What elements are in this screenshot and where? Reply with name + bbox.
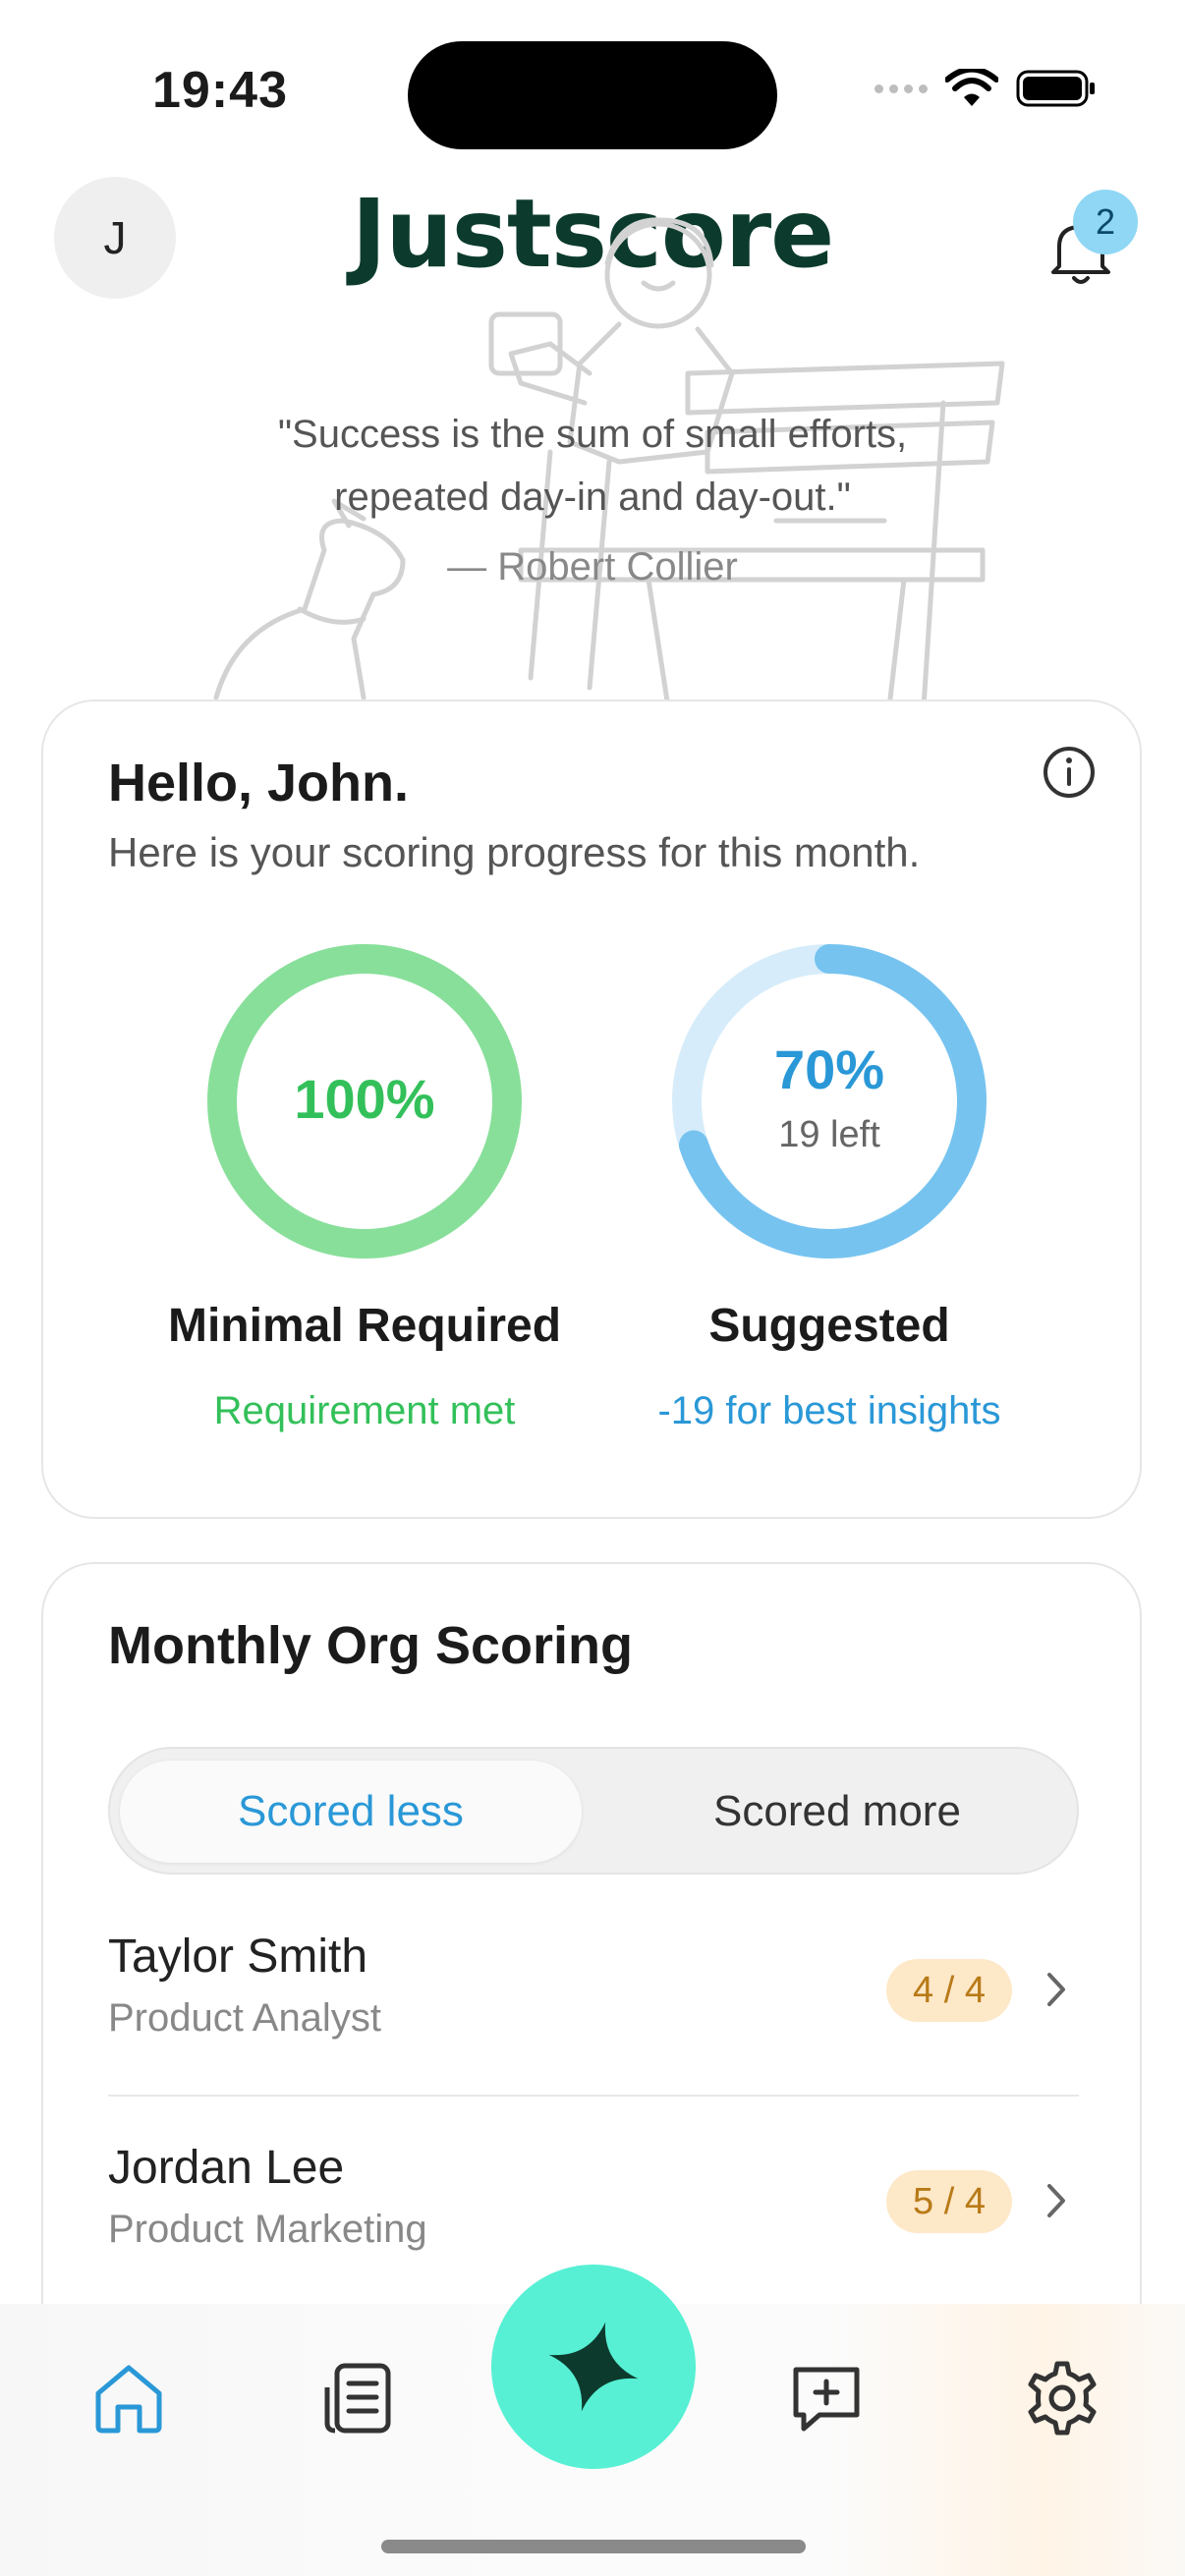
signal-dots-icon — [875, 84, 928, 93]
info-icon[interactable] — [1042, 745, 1097, 800]
quote-line-2: repeated day-in and day-out." — [334, 476, 851, 519]
suggested-percent: 70% — [773, 1038, 885, 1100]
greeting: Hello, John. — [108, 754, 410, 812]
score-badge: 4 / 4 — [886, 1959, 1012, 2022]
gear-icon[interactable] — [1022, 2358, 1102, 2438]
quote-text: "Success is the sum of small efforts, re… — [0, 403, 1185, 529]
org-scoring-title: Monthly Org Scoring — [108, 1616, 633, 1675]
scoring-segmented-control: Scored less Scored more — [108, 1747, 1079, 1875]
home-icon[interactable] — [88, 2358, 169, 2438]
status-icons — [875, 69, 1097, 108]
member-name: Taylor Smith — [108, 1931, 368, 1983]
minimal-note: Requirement met — [213, 1389, 516, 1432]
chevron-right-icon — [1047, 1973, 1065, 2006]
status-time: 19:43 — [152, 62, 288, 119]
tab-scored-less[interactable]: Scored less — [120, 1761, 582, 1863]
minimal-percent: 100% — [294, 1068, 435, 1130]
member-name: Jordan Lee — [108, 2142, 345, 2194]
quote-line-1: "Success is the sum of small efforts, — [277, 413, 908, 456]
suggested-left: 19 left — [778, 1114, 880, 1155]
member-role: Product Marketing — [108, 2208, 427, 2251]
tab-scored-more[interactable]: Scored more — [606, 1761, 1068, 1863]
chevron-right-icon — [1047, 2184, 1065, 2217]
wifi-icon — [945, 69, 998, 106]
member-role: Product Analyst — [108, 1996, 381, 2040]
chat-plus-icon[interactable] — [786, 2358, 867, 2438]
sparkle-icon — [548, 2322, 639, 2412]
suggested-note: -19 for best insights — [657, 1389, 1001, 1432]
progress-subtitle: Here is your scoring progress for this m… — [108, 829, 921, 875]
battery-icon — [1016, 70, 1095, 107]
progress-card: Hello, John. Here is your scoring progre… — [41, 700, 1142, 1519]
score-badge: 5 / 4 — [886, 2170, 1012, 2233]
document-icon[interactable] — [319, 2358, 400, 2438]
suggested-progress-ring — [672, 944, 987, 1259]
dynamic-island — [408, 41, 777, 149]
home-indicator — [381, 2540, 806, 2553]
minimal-title: Minimal Required — [167, 1300, 562, 1352]
suggested-title: Suggested — [708, 1300, 950, 1352]
notification-badge[interactable]: 2 — [1073, 190, 1138, 254]
quote-author: — Robert Collier — [447, 545, 738, 588]
list-item[interactable]: Taylor Smith Product Analyst 4 / 4 — [108, 1898, 1079, 2097]
ai-fab-button[interactable] — [491, 2265, 696, 2469]
